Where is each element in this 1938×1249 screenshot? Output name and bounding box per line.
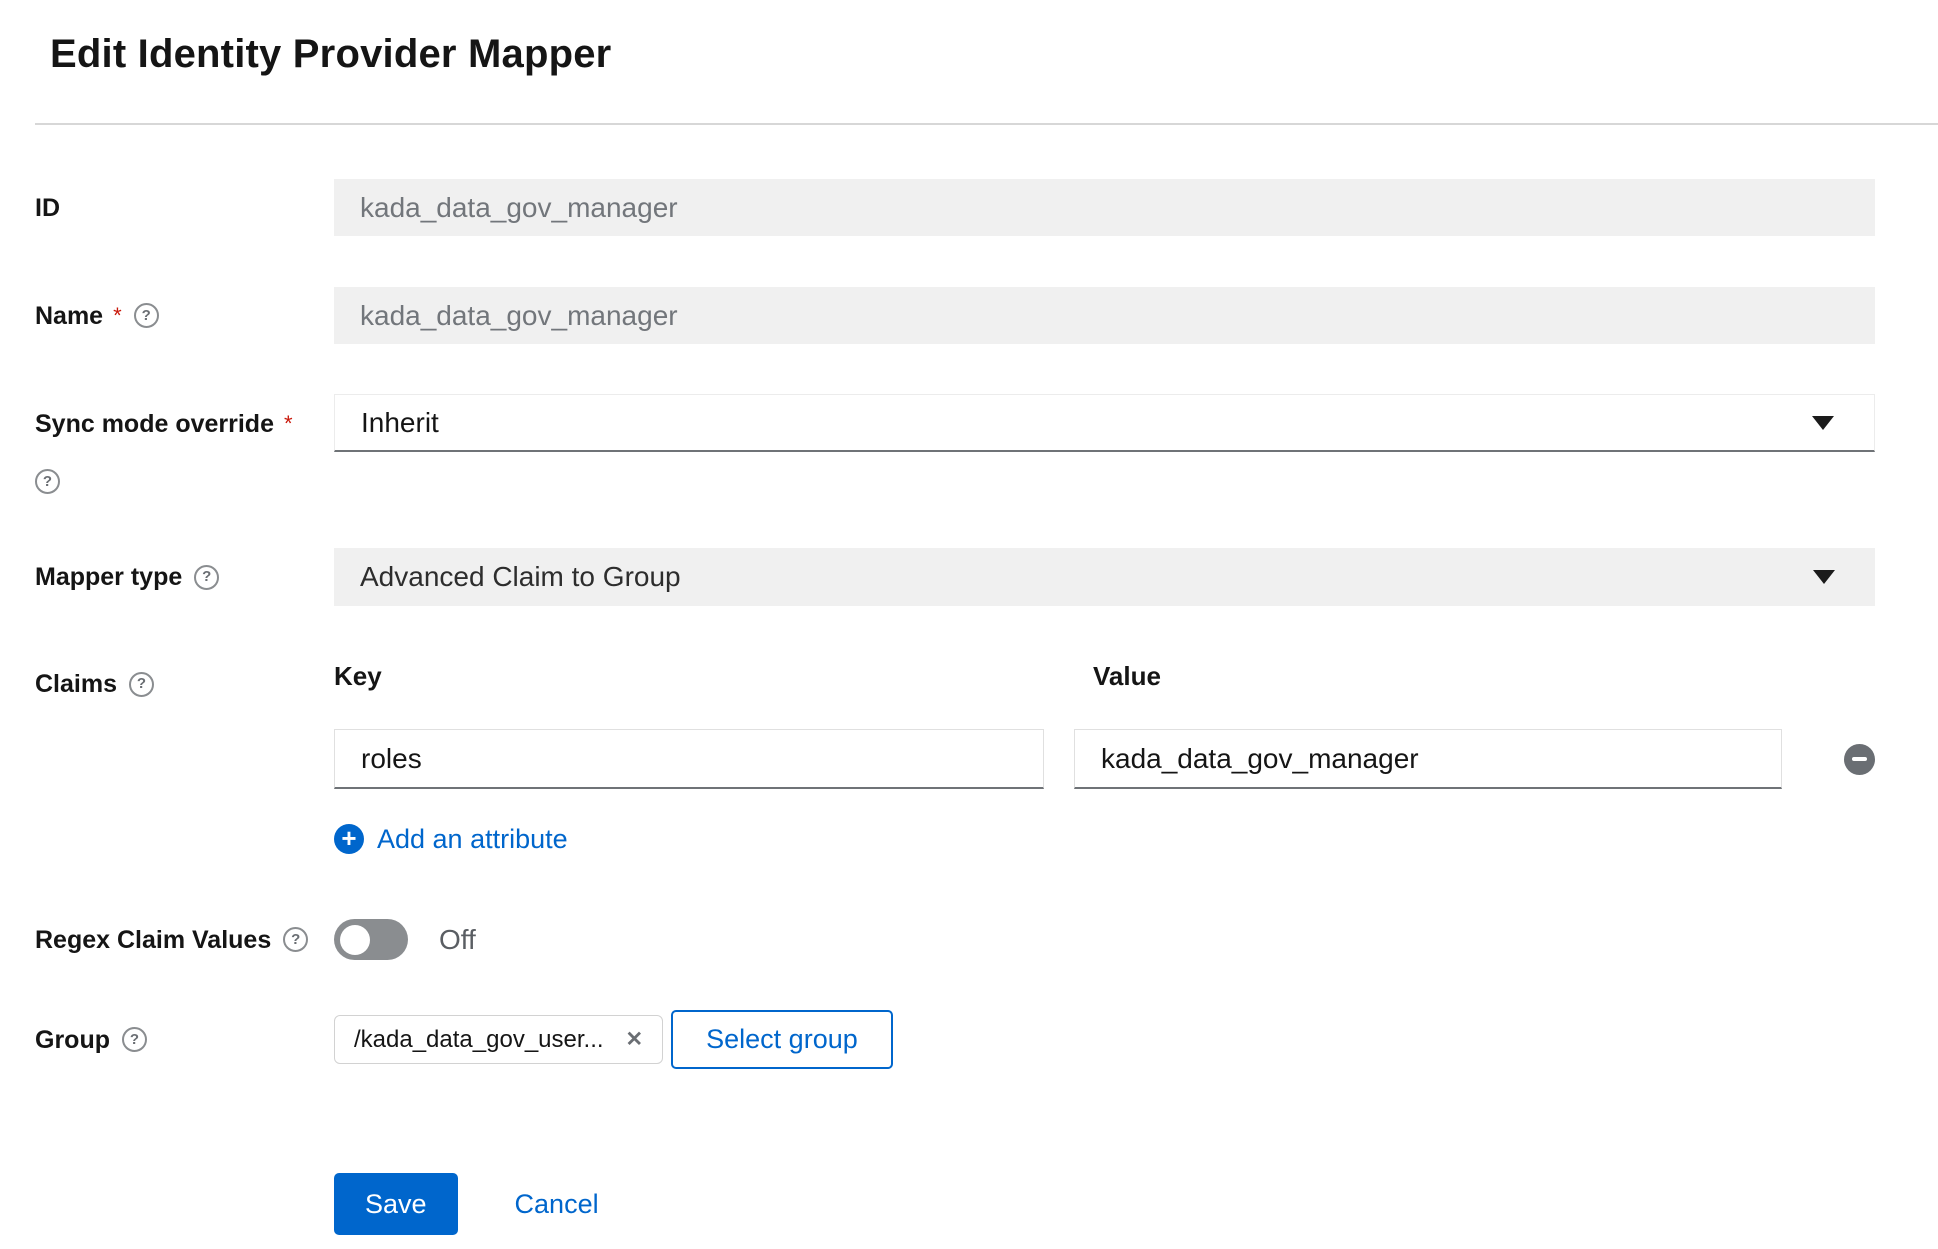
form-row-group: Group ? /kada_data_gov_user... ✕ Select … (35, 1010, 1875, 1069)
id-label-group: ID (35, 193, 334, 223)
sync-mode-selected-value: Inherit (361, 407, 439, 439)
sync-mode-help-icon[interactable]: ? (35, 469, 60, 494)
regex-claim-values-label: Regex Claim Values (35, 925, 271, 955)
claims-label: Claims (35, 669, 117, 699)
remove-claim-button[interactable] (1844, 744, 1875, 775)
cancel-link[interactable]: Cancel (515, 1189, 599, 1220)
chip-close-icon[interactable]: ✕ (626, 1029, 644, 1050)
claims-help-icon[interactable]: ? (129, 672, 154, 697)
add-attribute-button[interactable]: + Add an attribute (334, 824, 568, 854)
mapper-type-selected-value: Advanced Claim to Group (360, 561, 681, 593)
claims-value-header: Value (1078, 661, 1790, 691)
select-group-button[interactable]: Select group (671, 1010, 893, 1069)
add-attribute-label: Add an attribute (377, 824, 568, 854)
name-required-asterisk: * (113, 301, 122, 331)
form-row-claims: Claims ? Key Value + Add an attribut (35, 661, 1875, 854)
name-label-group: Name * ? (35, 300, 334, 331)
group-label: Group (35, 1025, 110, 1055)
mapper-type-select: Advanced Claim to Group (334, 548, 1875, 606)
caret-down-icon (1813, 570, 1835, 584)
form-row-id: ID (35, 179, 1875, 236)
name-input (334, 287, 1875, 344)
form-row-sync-mode: Sync mode override * ? Inherit (35, 394, 1875, 494)
mapper-type-label: Mapper type (35, 562, 182, 592)
edit-identity-provider-mapper-page: Edit Identity Provider Mapper ID Name * … (0, 0, 1938, 1235)
group-label-group: Group ? (35, 1025, 334, 1055)
form-actions: Save Cancel (334, 1173, 1875, 1235)
claims-header-row: Key Value (334, 661, 1875, 691)
claims-row (334, 729, 1875, 789)
claims-label-group: Claims ? (35, 661, 334, 699)
sync-mode-required-asterisk: * (284, 409, 293, 439)
form-row-mapper-type: Mapper type ? Advanced Claim to Group (35, 548, 1875, 606)
claims-key-header: Key (334, 661, 1048, 691)
id-label: ID (35, 193, 60, 223)
group-chip: /kada_data_gov_user... ✕ (334, 1015, 663, 1064)
group-help-icon[interactable]: ? (122, 1027, 147, 1052)
sync-mode-label-group: Sync mode override * ? (35, 394, 334, 494)
mapper-form: ID Name * ? Sync mode override * (35, 179, 1875, 1235)
toggle-state-label: Off (439, 924, 476, 956)
regex-label-group: Regex Claim Values ? (35, 925, 334, 955)
sync-mode-select[interactable]: Inherit (334, 394, 1875, 452)
save-button[interactable]: Save (334, 1173, 458, 1235)
sync-mode-label: Sync mode override (35, 409, 274, 439)
regex-claim-values-toggle[interactable] (334, 919, 408, 960)
toggle-knob (340, 925, 370, 955)
claims-key-input[interactable] (334, 729, 1044, 789)
section-divider (35, 123, 1938, 125)
group-chip-label: /kada_data_gov_user... (354, 1026, 604, 1054)
name-help-icon[interactable]: ? (134, 303, 159, 328)
regex-help-icon[interactable]: ? (283, 927, 308, 952)
mapper-type-label-group: Mapper type ? (35, 562, 334, 592)
name-label: Name (35, 301, 103, 331)
page-title: Edit Identity Provider Mapper (50, 28, 1875, 80)
claims-value-input[interactable] (1074, 729, 1782, 789)
form-row-name: Name * ? (35, 287, 1875, 344)
form-row-regex-claim-values: Regex Claim Values ? Off (35, 919, 1875, 960)
caret-down-icon (1812, 416, 1834, 430)
id-input (334, 179, 1875, 236)
plus-circle-icon: + (334, 824, 364, 854)
mapper-type-help-icon[interactable]: ? (194, 565, 219, 590)
